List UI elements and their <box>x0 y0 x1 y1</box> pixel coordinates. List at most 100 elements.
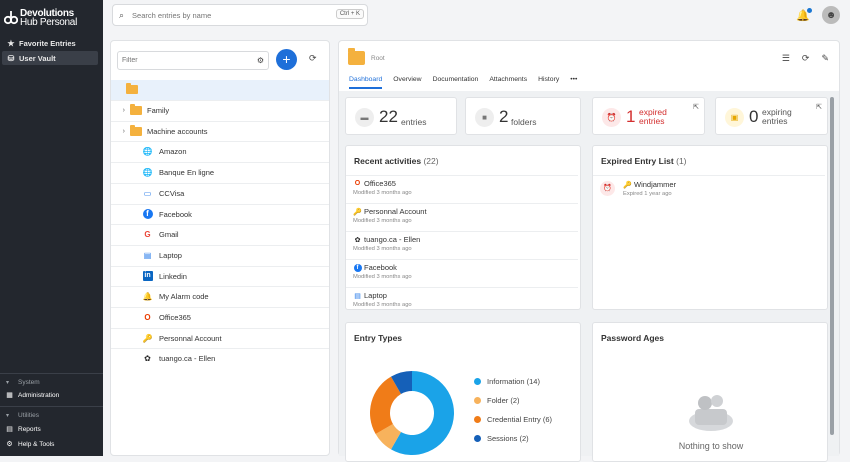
expired-entry-item[interactable]: 🔑 Windjammer Expired 1 year ago <box>623 180 843 197</box>
stat-card-expiring[interactable]: ▣ 0 expiring entries ⇱ <box>715 97 828 135</box>
sidebar-section-utilities[interactable]: ▾ Utilities <box>0 412 103 419</box>
sidebar-item-help-tools[interactable]: ⚙ Help & Tools <box>0 440 103 449</box>
tab-attachments[interactable]: Attachments <box>489 76 527 89</box>
legend-label: Folder (2) <box>487 396 520 405</box>
stat-card-entries[interactable]: ▬ 22 entries <box>345 97 457 135</box>
folder-icon <box>129 124 142 137</box>
tab-documentation[interactable]: Documentation <box>433 76 479 89</box>
sidebar-item-reports[interactable]: ▤ Reports <box>0 425 103 434</box>
recent-activity-item[interactable]: ▤ Laptop Modified 3 months ago <box>353 291 573 308</box>
dashboard-content: ▬ 22 entries ■ 2 folders ⏰ 1 expired ent… <box>339 91 839 462</box>
help-icon: ⚙ <box>6 441 13 448</box>
recent-activity-item[interactable]: O Office365 Modified 3 months ago <box>353 179 573 196</box>
entry-name: Office365 <box>364 179 396 188</box>
tree-row-personnal-account[interactable]: 🔑 Personnal Account <box>111 327 329 348</box>
card-title: Expired Entry List (1) <box>601 156 687 166</box>
folder-gray-icon: ■ <box>475 108 494 127</box>
filter-input[interactable] <box>122 57 242 64</box>
tree-row-amazon[interactable]: 🌐 Amazon <box>111 141 329 161</box>
stat-card-folders[interactable]: ■ 2 folders <box>465 97 581 135</box>
notification-bell-icon[interactable]: 🔔 <box>796 7 812 22</box>
edit-icon[interactable]: ✎ <box>821 53 829 64</box>
tree-row-ccvisa[interactable]: ▭ CCVisa <box>111 182 329 203</box>
legend-item[interactable]: Sessions (2) <box>474 434 529 443</box>
refresh-icon[interactable]: ⟳ <box>802 53 810 64</box>
tab-more[interactable]: ••• <box>570 76 577 89</box>
tree-row-my-alarm-code[interactable]: 🔔 My Alarm code <box>111 286 329 306</box>
search-icon: ⌕ <box>119 9 125 20</box>
refresh-icon[interactable]: ⟳ <box>309 53 317 64</box>
sidebar-item-user-vault[interactable]: ⛁ User Vault <box>2 51 98 65</box>
tab-overview[interactable]: Overview <box>393 76 421 89</box>
sidebar-item-administration[interactable]: ▦ Administration <box>0 391 103 400</box>
tree-row-family[interactable]: › Family <box>111 100 329 120</box>
separator <box>346 231 578 232</box>
tree-row-tuango-ca-ellen[interactable]: ✿ tuango.ca - Ellen <box>111 348 329 368</box>
star-icon: ★ <box>7 38 15 48</box>
empty-state-illustration-icon <box>689 395 733 431</box>
entry-meta: Modified 3 months ago <box>353 274 412 280</box>
chevron-right-icon[interactable]: › <box>111 128 129 135</box>
shortcut-badge: Ctrl + K <box>335 9 364 19</box>
devolutions-logo-icon <box>4 11 18 25</box>
recent-activity-item[interactable]: 🔑 Personnal Account Modified 3 months ago <box>353 207 573 224</box>
reports-icon: ▤ <box>6 426 13 433</box>
external-link-icon[interactable]: ⇱ <box>693 103 699 111</box>
recent-activity-item[interactable]: f Facebook Modified 3 months ago <box>353 263 573 280</box>
brand-line2: Hub Personal <box>20 17 77 28</box>
page-scrollbar[interactable] <box>830 97 834 435</box>
sliders-icon[interactable]: ☰ <box>782 53 790 64</box>
tree-row-linkedin[interactable]: in Linkedin <box>111 265 329 286</box>
filter-box[interactable]: ⚙ <box>117 51 269 70</box>
separator <box>346 259 578 260</box>
card-title: Entry Types <box>354 333 403 343</box>
tree-row-office365[interactable]: O Office365 <box>111 307 329 327</box>
entry-meta: Modified 3 months ago <box>353 302 412 308</box>
sidebar-item-label: Administration <box>18 391 60 399</box>
avatar[interactable]: ☻ <box>822 6 840 24</box>
tree-item-label: My Alarm code <box>159 292 209 302</box>
tree-root-row[interactable] <box>111 80 329 100</box>
sidebar-section-system[interactable]: ▾ System <box>0 379 103 386</box>
chevron-right-icon[interactable]: › <box>111 107 129 114</box>
sidebar-item-favorite-entries[interactable]: ★ Favorite Entries <box>0 36 103 50</box>
search-box[interactable]: ⌕ Ctrl + K <box>112 4 368 26</box>
tree-row-laptop[interactable]: ▤ Laptop <box>111 244 329 265</box>
external-link-icon[interactable]: ⇱ <box>816 103 822 111</box>
alarm-icon: ⏰ <box>602 108 621 127</box>
filter-settings-icon[interactable]: ⚙ <box>257 56 264 65</box>
tree-item-label: Family <box>147 106 170 115</box>
add-entry-button[interactable]: + <box>276 49 297 70</box>
search-input[interactable] <box>132 10 323 20</box>
calendar-icon: ▣ <box>725 108 744 127</box>
brand-logo[interactable]: Devolutions Hub Personal <box>4 6 100 28</box>
expired-entry-list-card: Expired Entry List (1) ⏰ 🔑 Windjammer Exp… <box>592 145 828 310</box>
sidebar-divider <box>0 373 103 374</box>
legend-item[interactable]: Folder (2) <box>474 396 520 405</box>
legend-item[interactable]: Information (14) <box>474 377 540 386</box>
legend-item[interactable]: Credential Entry (6) <box>474 415 552 424</box>
chevron-down-icon: ▾ <box>6 413 10 419</box>
empty-state-text: Nothing to show <box>678 441 744 451</box>
tree-row-machine-accounts[interactable]: › Machine accounts <box>111 120 329 141</box>
stat-card-expired[interactable]: ⏰ 1 expired entries ⇱ <box>592 97 705 135</box>
globe-icon: 🌐 <box>142 147 153 157</box>
recent-activity-item[interactable]: ✿ tuango.ca - Ellen Modified 3 months ago <box>353 235 573 252</box>
breadcrumb: Root <box>371 55 385 62</box>
notification-dot <box>807 7 812 13</box>
stat-unit-line1: expired <box>639 107 667 117</box>
tab-dashboard[interactable]: Dashboard <box>349 76 383 89</box>
tree-row-facebook[interactable]: f Facebook <box>111 203 329 224</box>
stat-unit: folders <box>511 117 537 127</box>
legend-label: Information (14) <box>487 377 540 386</box>
entry-meta: Modified 3 months ago <box>353 246 412 252</box>
key-icon: 🔑 <box>623 181 632 189</box>
stat-unit-line2: entries <box>762 116 788 126</box>
sidebar: Devolutions Hub Personal ★ Favorite Entr… <box>0 0 103 456</box>
tree-item-label: Linkedin <box>159 271 187 281</box>
tree-row-gmail[interactable]: G Gmail <box>111 224 329 244</box>
tab-history[interactable]: History <box>538 76 559 89</box>
chevron-down-icon: ▾ <box>6 380 10 386</box>
tree-row-banque-en-ligne[interactable]: 🌐 Banque En ligne <box>111 162 329 182</box>
laptop-icon: ▤ <box>354 292 361 300</box>
